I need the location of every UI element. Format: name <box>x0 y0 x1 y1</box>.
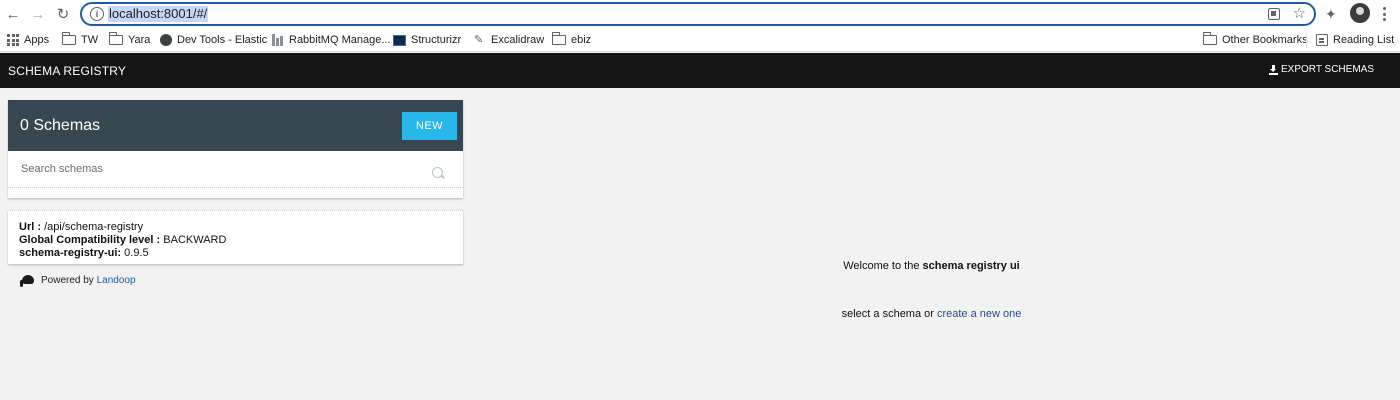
bookmarks-bar: Apps TW Yara Dev Tools - Elastic RabbitM… <box>0 28 1400 52</box>
bookmark-label: TW <box>81 34 99 46</box>
welcome-prefix: Welcome to the <box>843 260 920 272</box>
url-label: Url : <box>19 221 41 233</box>
registry-url-line: Url : /api/schema-registry <box>19 221 143 233</box>
extensions-icon[interactable]: ✦ <box>1325 5 1337 23</box>
schema-list-panel: 0 Schemas NEW <box>8 100 463 198</box>
reading-list-icon <box>1316 34 1328 46</box>
compatibility-line: Global Compatibility level : BACKWARD <box>19 234 226 246</box>
bookmark-label: Dev Tools - Elastic <box>177 34 268 46</box>
folder-icon <box>551 32 566 45</box>
address-bar[interactable]: i localhost:8001/#/ ☆ <box>80 2 1316 26</box>
forward-icon[interactable]: → <box>29 5 47 23</box>
export-schemas-label: EXPORT SCHEMAS <box>1281 64 1374 75</box>
folder-icon <box>1202 32 1217 45</box>
landoop-link[interactable]: Landoop <box>97 275 136 286</box>
version-label: schema-registry-ui: <box>19 247 122 259</box>
url-value: /api/schema-registry <box>44 221 144 233</box>
apps-grid-icon <box>7 34 19 46</box>
reading-list[interactable]: Reading List <box>1316 32 1394 48</box>
search-icon[interactable] <box>432 167 443 178</box>
powered-by-text: Powered by <box>41 274 94 286</box>
welcome-message: Welcome to the schema registry ui <box>463 260 1400 272</box>
create-schema-link[interactable]: create a new one <box>937 308 1021 320</box>
browser-menu-icon[interactable] <box>1381 5 1387 23</box>
version-value: 0.9.5 <box>124 247 149 259</box>
other-bookmarks-label: Other Bookmarks <box>1222 34 1308 46</box>
other-bookmarks[interactable]: Other Bookmarks <box>1202 32 1308 48</box>
bookmark-excalidraw[interactable]: ✎ Excalidraw <box>474 32 544 48</box>
bookmark-ebiz[interactable]: ebiz <box>551 32 592 48</box>
select-schema-message: select a schema or create a new one <box>463 308 1400 320</box>
bookmark-label: Excalidraw <box>491 34 545 46</box>
welcome-app-name: schema registry ui <box>922 260 1020 272</box>
bookmark-label: Yara <box>128 34 151 46</box>
bookmark-star-icon[interactable]: ☆ <box>1293 4 1306 24</box>
bookmark-label: Structurizr <box>411 34 462 46</box>
select-schema-text: select a schema or <box>841 308 934 320</box>
folder-icon <box>108 32 123 45</box>
rabbitmq-icon <box>272 34 284 46</box>
registry-info-panel: Url : /api/schema-registry Global Compat… <box>8 210 463 264</box>
bookmark-rabbitmq[interactable]: RabbitMQ Manage... <box>272 32 391 48</box>
bookmark-label: Apps <box>24 34 50 46</box>
reading-list-label: Reading List <box>1333 34 1395 46</box>
schema-list-header: 0 Schemas NEW <box>8 100 463 151</box>
schema-search <box>8 151 463 188</box>
back-icon[interactable]: ← <box>4 5 22 23</box>
bookmarks-divider <box>1306 32 1307 48</box>
bookmark-dev-tools-elastic[interactable]: Dev Tools - Elastic <box>160 32 267 48</box>
bookmark-label: ebiz <box>571 34 592 46</box>
elephant-logo-icon <box>20 272 35 288</box>
qr-code-icon[interactable] <box>1268 8 1280 20</box>
compatibility-value: BACKWARD <box>163 234 227 246</box>
structurizr-icon <box>393 34 406 46</box>
download-icon <box>1269 64 1278 75</box>
folder-icon <box>61 32 76 45</box>
url-text[interactable]: localhost:8001/#/ <box>108 6 209 22</box>
bookmark-tw[interactable]: TW <box>61 32 99 48</box>
profile-avatar[interactable] <box>1350 3 1370 23</box>
excalidraw-icon: ✎ <box>474 34 484 46</box>
site-info-icon[interactable]: i <box>90 7 104 21</box>
schema-count: 0 Schemas <box>20 117 101 134</box>
bookmark-yara[interactable]: Yara <box>108 32 151 48</box>
app-title[interactable]: SCHEMA REGISTRY <box>8 64 126 78</box>
reload-icon[interactable]: ↻ <box>54 5 72 23</box>
new-schema-button[interactable]: NEW <box>402 112 457 140</box>
search-input[interactable] <box>14 156 424 182</box>
bookmark-label: RabbitMQ Manage... <box>289 34 391 46</box>
version-line: schema-registry-ui: 0.9.5 <box>19 247 149 259</box>
bookmark-structurizr[interactable]: Structurizr <box>393 32 461 48</box>
globe-icon <box>160 34 172 46</box>
app-header: SCHEMA REGISTRY EXPORT SCHEMAS <box>0 53 1400 88</box>
compatibility-label: Global Compatibility level : <box>19 234 161 246</box>
browser-toolbar: ← → ↻ i localhost:8001/#/ ☆ ✦ <box>0 0 1400 28</box>
export-schemas-button[interactable]: EXPORT SCHEMAS <box>1269 64 1374 75</box>
bookmark-apps[interactable]: Apps <box>7 32 49 48</box>
powered-by: Powered by Landoop <box>20 272 136 288</box>
